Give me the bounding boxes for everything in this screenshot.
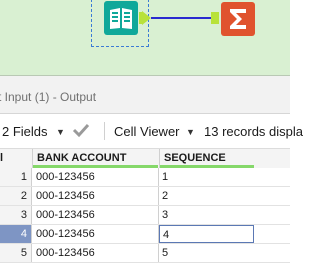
row-number[interactable]: 5: [0, 244, 32, 262]
cell-sequence[interactable]: 5: [159, 244, 254, 262]
table-row[interactable]: 2 000-123456 2: [0, 187, 290, 206]
check-icon[interactable]: [72, 122, 90, 141]
cell-sequence[interactable]: 2: [159, 187, 254, 205]
records-count: 13 records displa: [204, 124, 303, 139]
cell-sequence[interactable]: 4: [159, 225, 254, 243]
sigma-icon: [230, 9, 246, 29]
row-number[interactable]: 2: [0, 187, 32, 205]
cell-bank-account[interactable]: 000-123456: [32, 225, 159, 243]
row-number[interactable]: 4: [0, 225, 32, 243]
results-toolbar: 2 Fields ▼ Cell Viewer ▼ 13 records disp…: [0, 114, 303, 149]
output-anchor-arrow[interactable]: [142, 11, 151, 25]
cell-sequence[interactable]: 3: [159, 206, 254, 224]
table-row-selected[interactable]: 4 000-123456 4: [0, 225, 290, 244]
results-title: t Input (1) - Output: [0, 90, 97, 104]
cell-bank-account[interactable]: 000-123456: [32, 244, 159, 262]
cell-sequence[interactable]: 1: [159, 168, 254, 186]
chevron-down-icon[interactable]: ▼: [186, 127, 195, 137]
results-title-bar: t Input (1) - Output: [0, 76, 290, 114]
table-row[interactable]: 5 000-123456 5: [0, 244, 290, 263]
toolbar-separator: [104, 122, 105, 140]
table-row[interactable]: 3 000-123456 3: [0, 206, 290, 225]
connection-line[interactable]: [151, 17, 211, 19]
workflow-canvas[interactable]: [0, 0, 290, 76]
cell-bank-account[interactable]: 000-123456: [32, 187, 159, 205]
table-row[interactable]: 1 000-123456 1: [0, 168, 290, 187]
cell-viewer-dropdown[interactable]: Cell Viewer: [114, 124, 180, 139]
chevron-down-icon[interactable]: ▼: [56, 127, 65, 137]
row-number[interactable]: 3: [0, 206, 32, 224]
book-icon: [110, 8, 132, 29]
results-grid: l BANK ACCOUNT SEQUENCE 1 000-123456 1 2…: [0, 149, 290, 263]
grid-header: l BANK ACCOUNT SEQUENCE: [0, 149, 290, 168]
header-record[interactable]: l: [0, 149, 32, 168]
input-anchor[interactable]: [211, 12, 219, 24]
summarize-tool[interactable]: [221, 2, 255, 36]
cell-bank-account[interactable]: 000-123456: [32, 206, 159, 224]
input-data-tool[interactable]: [104, 1, 138, 35]
row-number[interactable]: 1: [0, 168, 32, 186]
fields-dropdown[interactable]: 2 Fields: [2, 124, 48, 139]
cell-bank-account[interactable]: 000-123456: [32, 168, 159, 186]
